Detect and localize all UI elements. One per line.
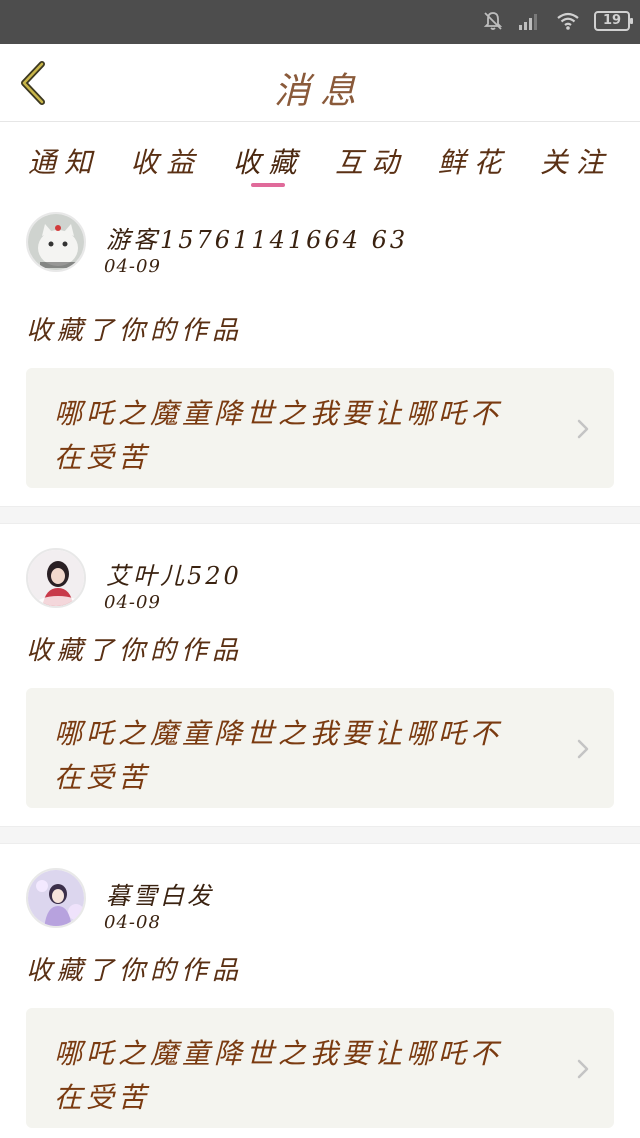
message-header: 暮雪白发 04-08 (26, 862, 614, 946)
section-divider (0, 506, 640, 524)
username[interactable]: 游客15761141664 63 (106, 220, 408, 255)
action-text: 收藏了你的作品 (26, 956, 244, 986)
tab-bar: 通知 收益 收藏 互动 鲜花 关注 (0, 122, 640, 206)
anime-avatar-icon (28, 870, 84, 926)
work-title-line1: 哪吒之魔童降世之我要让哪吒不 (54, 717, 503, 750)
tab-following[interactable]: 关注 (540, 141, 612, 187)
message-item: 游客15761141664 63 04-09 收藏了你的作品 哪吒之魔童降世之我… (0, 206, 640, 506)
cat-avatar-icon (28, 214, 84, 270)
battery-level: 19 (602, 13, 622, 28)
work-title-line2: 在受苦 (54, 761, 151, 794)
active-tab-indicator (251, 183, 285, 187)
work-title-line1: 哪吒之魔童降世之我要让哪吒不 (54, 397, 503, 430)
nav-bar: 消息 (0, 44, 640, 122)
section-divider (0, 826, 640, 844)
wifi-icon (557, 12, 579, 30)
work-title-line2: 在受苦 (54, 1081, 151, 1114)
tab-flowers[interactable]: 鲜花 (438, 141, 510, 187)
girl-avatar-icon (28, 550, 84, 606)
message-date: 04-09 (104, 592, 161, 613)
tab-notifications[interactable]: 通知 (28, 141, 100, 187)
message-feed: 游客15761141664 63 04-09 收藏了你的作品 哪吒之魔童降世之我… (0, 206, 640, 1128)
status-icons: 19 (482, 10, 633, 32)
work-link[interactable]: 哪吒之魔童降世之我要让哪吒不 在受苦 (26, 1008, 614, 1128)
battery-icon: 19 (594, 11, 633, 31)
tab-favorites[interactable]: 收藏 (233, 141, 305, 187)
message-date: 04-09 (104, 256, 161, 277)
chevron-right-icon (577, 1059, 589, 1079)
chevron-right-icon (577, 419, 589, 439)
chevron-right-icon (577, 739, 589, 759)
username[interactable]: 艾叶儿520 (106, 556, 242, 591)
avatar[interactable] (26, 212, 86, 272)
status-bar: 19 (0, 0, 640, 44)
tab-earnings[interactable]: 收益 (130, 141, 202, 187)
work-link[interactable]: 哪吒之魔童降世之我要让哪吒不 在受苦 (26, 368, 614, 488)
work-link[interactable]: 哪吒之魔童降世之我要让哪吒不 在受苦 (26, 688, 614, 808)
message-date: 04-08 (104, 912, 161, 933)
signal-icon (519, 14, 537, 30)
bell-muted-icon (483, 12, 503, 30)
avatar[interactable] (26, 868, 86, 928)
avatar[interactable] (26, 548, 86, 608)
message-header: 游客15761141664 63 04-09 (26, 206, 614, 306)
username[interactable]: 暮雪白发 (106, 876, 214, 911)
message-item: 暮雪白发 04-08 收藏了你的作品 哪吒之魔童降世之我要让哪吒不 在受苦 (0, 844, 640, 1128)
work-title-line1: 哪吒之魔童降世之我要让哪吒不 (54, 1037, 503, 1070)
message-header: 艾叶儿520 04-09 (26, 542, 614, 626)
tab-interactions[interactable]: 互动 (335, 141, 407, 187)
page-title: 消息 (273, 71, 366, 112)
work-title-line2: 在受苦 (54, 441, 151, 474)
action-text: 收藏了你的作品 (26, 636, 244, 666)
action-text: 收藏了你的作品 (26, 316, 244, 346)
message-item: 艾叶儿520 04-09 收藏了你的作品 哪吒之魔童降世之我要让哪吒不 在受苦 (0, 524, 640, 826)
